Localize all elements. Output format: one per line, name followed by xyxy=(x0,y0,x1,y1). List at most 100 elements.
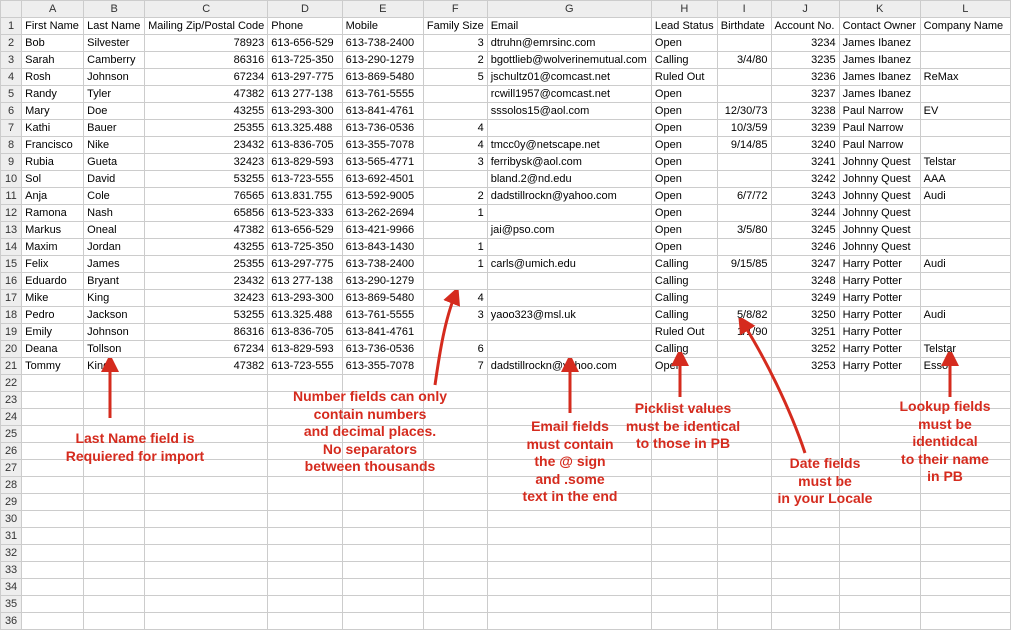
cell[interactable]: 1 xyxy=(423,239,487,256)
cell[interactable] xyxy=(145,443,268,460)
cell[interactable] xyxy=(268,528,342,545)
cell[interactable]: 9/15/85 xyxy=(717,256,771,273)
cell[interactable]: 5 xyxy=(423,69,487,86)
cell[interactable] xyxy=(487,392,651,409)
cell[interactable]: Bob xyxy=(22,35,84,52)
cell[interactable] xyxy=(342,528,423,545)
cell[interactable]: Emily xyxy=(22,324,84,341)
cell[interactable]: 10/3/59 xyxy=(717,120,771,137)
cell[interactable] xyxy=(651,409,717,426)
cell[interactable] xyxy=(22,528,84,545)
cell[interactable]: ferribysk@aol.com xyxy=(487,154,651,171)
cell[interactable] xyxy=(487,239,651,256)
cell[interactable]: Eduardo xyxy=(22,273,84,290)
cell[interactable]: 613.325.488 xyxy=(268,120,342,137)
row-header[interactable]: 3 xyxy=(1,52,22,69)
cell[interactable]: 613-843-1430 xyxy=(342,239,423,256)
cell[interactable] xyxy=(487,273,651,290)
cell[interactable]: 9/14/85 xyxy=(717,137,771,154)
cell[interactable] xyxy=(423,392,487,409)
cell[interactable] xyxy=(487,613,651,630)
cell[interactable] xyxy=(22,477,84,494)
cell[interactable] xyxy=(423,273,487,290)
col-header-K[interactable]: K xyxy=(839,1,920,18)
cell[interactable] xyxy=(487,477,651,494)
cell[interactable]: 3253 xyxy=(771,358,839,375)
cell[interactable] xyxy=(920,460,1010,477)
cell[interactable] xyxy=(487,545,651,562)
cell[interactable] xyxy=(487,596,651,613)
cell[interactable]: 613-355-7078 xyxy=(342,137,423,154)
cell[interactable]: 613-421-9966 xyxy=(342,222,423,239)
cell[interactable]: Open xyxy=(651,137,717,154)
cell[interactable] xyxy=(920,86,1010,103)
cell[interactable]: dadstillrockn@yahoo.com xyxy=(487,358,651,375)
cell[interactable]: 1/1/90 xyxy=(717,324,771,341)
cell[interactable] xyxy=(717,494,771,511)
cell[interactable] xyxy=(839,579,920,596)
cell[interactable]: 3249 xyxy=(771,290,839,307)
cell[interactable]: 613-836-705 xyxy=(268,137,342,154)
cell[interactable] xyxy=(268,545,342,562)
cell[interactable] xyxy=(839,477,920,494)
cell[interactable]: Johnny Quest xyxy=(839,205,920,222)
cell[interactable]: 3244 xyxy=(771,205,839,222)
cell[interactable]: 43255 xyxy=(145,103,268,120)
cell[interactable]: 6 xyxy=(423,341,487,358)
cell[interactable]: 47382 xyxy=(145,86,268,103)
cell[interactable]: Harry Potter xyxy=(839,324,920,341)
row-header[interactable]: 31 xyxy=(1,528,22,545)
cell[interactable] xyxy=(839,426,920,443)
cell[interactable] xyxy=(717,35,771,52)
cell[interactable] xyxy=(487,341,651,358)
cell[interactable]: 32423 xyxy=(145,154,268,171)
cell[interactable] xyxy=(22,596,84,613)
cell[interactable]: 613-293-300 xyxy=(268,103,342,120)
cell[interactable]: 613-565-4771 xyxy=(342,154,423,171)
cell[interactable]: Oneal xyxy=(84,222,145,239)
cell[interactable] xyxy=(268,392,342,409)
cell[interactable] xyxy=(423,426,487,443)
cell[interactable] xyxy=(771,460,839,477)
cell[interactable]: 613-725-350 xyxy=(268,239,342,256)
cell[interactable] xyxy=(717,86,771,103)
cell[interactable] xyxy=(771,562,839,579)
cell[interactable] xyxy=(145,477,268,494)
field-header-C[interactable]: Mailing Zip/Postal Code xyxy=(145,18,268,35)
cell[interactable] xyxy=(920,528,1010,545)
cell[interactable]: Rubia xyxy=(22,154,84,171)
row-header[interactable]: 12 xyxy=(1,205,22,222)
cell[interactable]: Paul Narrow xyxy=(839,103,920,120)
row-header[interactable]: 30 xyxy=(1,511,22,528)
cell[interactable]: Open xyxy=(651,205,717,222)
cell[interactable] xyxy=(487,290,651,307)
cell[interactable] xyxy=(423,171,487,188)
row-header[interactable]: 13 xyxy=(1,222,22,239)
cell[interactable]: EV xyxy=(920,103,1010,120)
cell[interactable]: 613-829-593 xyxy=(268,341,342,358)
cell[interactable]: 613-829-593 xyxy=(268,154,342,171)
cell[interactable] xyxy=(839,562,920,579)
cell[interactable] xyxy=(423,562,487,579)
cell[interactable] xyxy=(771,443,839,460)
cell[interactable]: Rosh xyxy=(22,69,84,86)
row-header[interactable]: 34 xyxy=(1,579,22,596)
row-header[interactable]: 29 xyxy=(1,494,22,511)
cell[interactable]: Johnny Quest xyxy=(839,222,920,239)
cell[interactable]: Harry Potter xyxy=(839,256,920,273)
cell[interactable]: jschultz01@comcast.net xyxy=(487,69,651,86)
cell[interactable] xyxy=(268,596,342,613)
cell[interactable] xyxy=(487,528,651,545)
cell[interactable] xyxy=(920,545,1010,562)
cell[interactable]: Open xyxy=(651,239,717,256)
cell[interactable]: Harry Potter xyxy=(839,307,920,324)
cell[interactable]: 3240 xyxy=(771,137,839,154)
cell[interactable]: Calling xyxy=(651,273,717,290)
cell[interactable] xyxy=(145,511,268,528)
cell[interactable] xyxy=(342,545,423,562)
cell[interactable]: 3/5/80 xyxy=(717,222,771,239)
cell[interactable]: bgottlieb@wolverinemutual.com xyxy=(487,52,651,69)
cell[interactable] xyxy=(771,579,839,596)
cell[interactable] xyxy=(717,545,771,562)
cell[interactable]: 613-656-529 xyxy=(268,35,342,52)
